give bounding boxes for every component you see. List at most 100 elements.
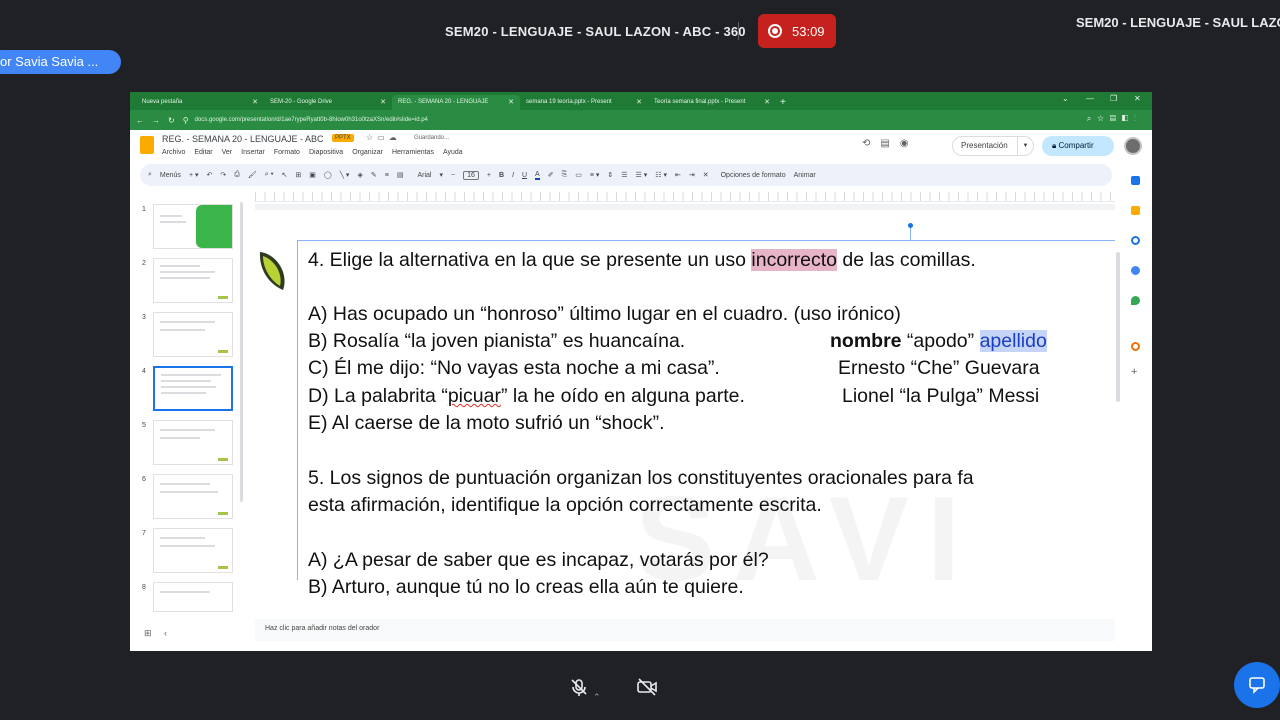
bold-icon[interactable]: B: [499, 172, 504, 179]
minimize-icon[interactable]: —: [1086, 94, 1094, 103]
slide-thumbnail-2[interactable]: [153, 258, 233, 303]
chevron-down-icon[interactable]: ▼: [1017, 137, 1033, 155]
browser-tab-2[interactable]: SEM-20 - Google Drive ✕: [264, 95, 392, 110]
maps-icon[interactable]: [1131, 296, 1140, 305]
clear-format-icon[interactable]: ✕: [703, 171, 709, 179]
menu-insertar[interactable]: Insertar: [241, 149, 265, 156]
pen-icon[interactable]: ✎: [371, 171, 377, 179]
outdent-icon[interactable]: ⇥: [689, 171, 695, 179]
dash-icon[interactable]: ▤: [397, 171, 404, 179]
shape-icon[interactable]: ◯: [324, 171, 332, 179]
zoom-icon[interactable]: ⌕ ▾: [265, 171, 274, 179]
numbered-list-icon[interactable]: ☷ ▾: [655, 171, 667, 179]
italic-icon[interactable]: I: [512, 172, 514, 179]
underline-icon[interactable]: U: [522, 172, 527, 179]
close-icon[interactable]: ✕: [636, 95, 642, 110]
extension-icons[interactable]: ⌕☆▤◧⋮: [1087, 114, 1142, 124]
font-size-decrease[interactable]: −: [451, 172, 455, 179]
font-size-increase[interactable]: +: [487, 172, 491, 179]
browser-tab-4[interactable]: semana 19 teoría.pptx - Present ✕: [520, 95, 648, 110]
reload-icon[interactable]: ↻: [168, 116, 175, 125]
chevron-down-icon[interactable]: ▾: [439, 171, 443, 179]
add-icon[interactable]: +: [1131, 367, 1140, 378]
url-text[interactable]: docs.google.com/presentation/d/1ae7rypeR…: [195, 117, 428, 123]
align-icon[interactable]: ≡ ▾: [590, 171, 600, 179]
history-icon[interactable]: ⟲▤◉: [862, 138, 919, 149]
slides-logo-icon[interactable]: [140, 136, 154, 154]
border-icon[interactable]: ≡: [385, 172, 389, 179]
window-close-icon[interactable]: ✕: [1134, 94, 1141, 103]
back-icon[interactable]: ←: [136, 116, 144, 125]
tasks-icon[interactable]: [1131, 236, 1140, 245]
chevron-up-icon[interactable]: ⌃: [593, 692, 601, 703]
menus-search[interactable]: Menús: [160, 172, 181, 179]
menu-editar[interactable]: Editar: [194, 149, 212, 156]
menu-formato[interactable]: Formato: [274, 149, 300, 156]
menu-diapositiva[interactable]: Diapositiva: [309, 149, 343, 156]
browser-tab-3[interactable]: REG. - SEMANA 20 - LENGUAJE ✕: [392, 95, 520, 110]
bullet-list-icon[interactable]: ☰ ▾: [636, 171, 648, 179]
menu-ayuda[interactable]: Ayuda: [443, 149, 463, 156]
slide-thumbnail-8[interactable]: [153, 582, 233, 612]
print-icon[interactable]: ⎙: [234, 171, 240, 179]
line-icon[interactable]: ╲ ▾: [340, 171, 350, 179]
new-tab-icon[interactable]: +: [780, 95, 786, 110]
fill-icon[interactable]: ◈: [357, 171, 362, 179]
highlight-icon[interactable]: ✐: [548, 171, 554, 179]
site-info-icon[interactable]: ⚲: [183, 116, 189, 125]
close-icon[interactable]: ✕: [252, 95, 258, 110]
slide-thumbnail-1[interactable]: [153, 204, 233, 249]
search-icon[interactable]: ⌕: [148, 171, 152, 179]
addon-icon[interactable]: [1131, 342, 1140, 351]
contacts-icon[interactable]: [1131, 266, 1140, 275]
menu-herramientas[interactable]: Herramientas: [392, 149, 434, 156]
slide-thumbnail-3[interactable]: [153, 312, 233, 357]
checklist-icon[interactable]: ☰: [621, 171, 627, 179]
animate-button[interactable]: Animar: [794, 172, 816, 179]
present-button[interactable]: Presentación ▼: [952, 136, 1034, 156]
filmstrip-scrollbar[interactable]: [240, 202, 243, 502]
font-size-input[interactable]: 16: [463, 170, 479, 180]
chat-button[interactable]: [1234, 662, 1280, 708]
star-icon[interactable]: ☆▭☁: [366, 133, 401, 142]
canvas-scrollbar[interactable]: [1116, 252, 1120, 402]
font-select[interactable]: Arial: [417, 172, 431, 179]
select-icon[interactable]: ↖: [282, 171, 288, 179]
paint-format-icon[interactable]: 🖌︎: [248, 171, 257, 179]
maximize-icon[interactable]: ❐: [1110, 94, 1117, 103]
comment-icon[interactable]: ▭: [575, 171, 582, 179]
close-icon[interactable]: ✕: [764, 95, 770, 110]
doc-title[interactable]: REG. - SEMANA 20 - LENGUAJE - ABC: [162, 134, 324, 144]
recording-badge[interactable]: 53:09: [758, 14, 836, 48]
slide-thumbnail-7[interactable]: [153, 528, 233, 573]
presenter-pill[interactable]: or Savia Savia ...: [0, 50, 121, 74]
menu-archivo[interactable]: Archivo: [162, 149, 185, 156]
undo-icon[interactable]: ↶: [206, 171, 212, 179]
speaker-notes[interactable]: Haz clic para añadir notas del orador: [255, 619, 1115, 641]
avatar[interactable]: [1124, 137, 1142, 155]
menu-organizar[interactable]: Organizar: [352, 149, 383, 156]
rotate-handle[interactable]: [908, 223, 913, 240]
slide-thumbnail-6[interactable]: [153, 474, 233, 519]
grid-view-icon[interactable]: ⊞ ‹: [144, 628, 167, 639]
close-icon[interactable]: ✕: [380, 95, 386, 110]
share-button[interactable]: 🔒︎ Compartir: [1042, 136, 1114, 156]
browser-tab-1[interactable]: Nueva pestaña ✕: [136, 95, 264, 110]
slide-thumbnail-4[interactable]: [153, 366, 233, 411]
chevron-down-icon[interactable]: ⌄: [1062, 94, 1069, 103]
forward-icon[interactable]: →: [152, 116, 160, 125]
menu-ver[interactable]: Ver: [222, 149, 233, 156]
keep-icon[interactable]: [1131, 206, 1140, 215]
current-slide[interactable]: SAVI 4. Elige la alternativa en la que s…: [255, 210, 1115, 612]
link-icon[interactable]: ⎘: [562, 171, 568, 179]
redo-icon[interactable]: ↷: [220, 171, 226, 179]
question-textbox[interactable]: 4. Elige la alternativa en la que se pre…: [297, 240, 1115, 598]
frame-icon[interactable]: ⊞: [295, 171, 301, 179]
text-color-icon[interactable]: A: [535, 171, 540, 180]
browser-tab-5[interactable]: Teoría semana final.pptx - Present ✕: [648, 95, 776, 110]
format-options-button[interactable]: Opciones de formato: [721, 172, 786, 179]
line-spacing-icon[interactable]: ⇕: [607, 171, 613, 179]
new-slide-icon[interactable]: + ▾: [189, 171, 199, 179]
indent-icon[interactable]: ⇤: [675, 171, 681, 179]
image-icon[interactable]: ▣: [309, 171, 316, 179]
